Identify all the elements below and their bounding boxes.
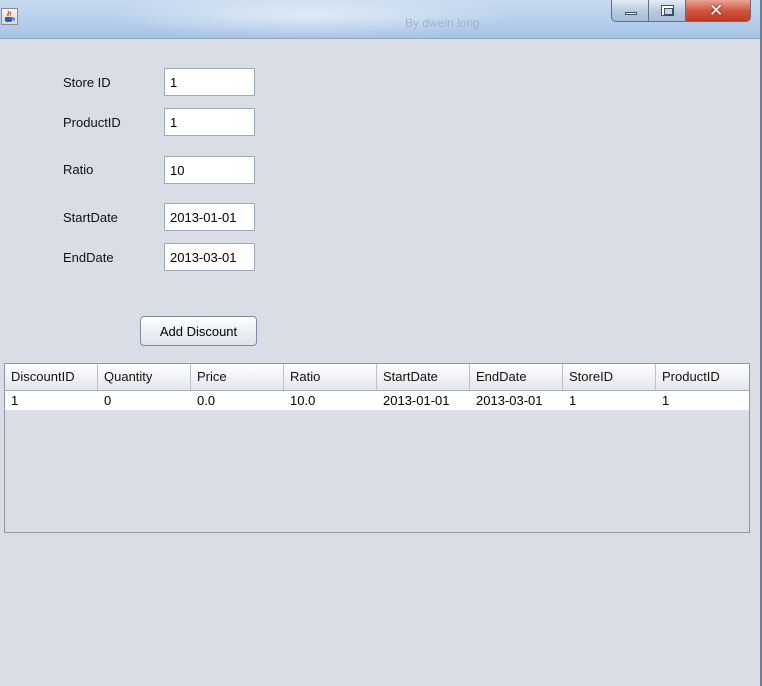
column-header-quantity[interactable]: Quantity: [98, 364, 191, 390]
java-cup-icon[interactable]: [1, 8, 18, 25]
product-id-field[interactable]: [164, 108, 255, 136]
table-cell: 1: [569, 393, 577, 408]
end-date-label: EndDate: [63, 250, 114, 265]
minimize-icon: [625, 12, 637, 15]
table-cell: 1: [662, 393, 670, 408]
maximize-button[interactable]: [649, 0, 686, 22]
column-header-start-date[interactable]: StartDate: [377, 364, 470, 390]
column-header-price[interactable]: Price: [191, 364, 284, 390]
app-window: By dwein long ✕ Store ID ProductID Ratio…: [0, 0, 762, 686]
table-cell: 0: [104, 393, 112, 408]
table-cell: 2013-03-01: [476, 393, 543, 408]
maximize-icon: [661, 5, 674, 16]
column-header-ratio[interactable]: Ratio: [284, 364, 377, 390]
end-date-field[interactable]: [164, 243, 255, 271]
column-header-discount-id[interactable]: DiscountID: [5, 364, 98, 390]
store-id-field[interactable]: [164, 68, 255, 96]
discount-table[interactable]: DiscountID Quantity Price Ratio StartDat…: [4, 363, 750, 533]
table-cell: 2013-01-01: [383, 393, 450, 408]
store-id-label: Store ID: [63, 75, 111, 90]
window-title: By dwein long: [405, 16, 480, 30]
start-date-label: StartDate: [63, 210, 118, 225]
column-header-end-date[interactable]: EndDate: [470, 364, 563, 390]
close-button[interactable]: ✕: [686, 0, 751, 22]
column-header-product-id[interactable]: ProductID: [656, 364, 749, 390]
minimize-button[interactable]: [611, 0, 649, 22]
close-icon: ✕: [709, 1, 724, 21]
product-id-label: ProductID: [63, 115, 121, 130]
table-row[interactable]: 1 0 0.0 10.0 2013-01-01 2013-03-01 1 1: [5, 391, 749, 410]
title-bar[interactable]: By dwein long ✕: [0, 0, 760, 39]
table-cell: 10.0: [290, 393, 316, 408]
table-cell: 1: [11, 393, 19, 408]
add-discount-button[interactable]: Add Discount: [140, 316, 257, 346]
start-date-field[interactable]: [164, 203, 255, 231]
ratio-label: Ratio: [63, 162, 94, 177]
column-header-store-id[interactable]: StoreID: [563, 364, 656, 390]
table-cell: 0.0: [197, 393, 216, 408]
table-header: DiscountID Quantity Price Ratio StartDat…: [5, 364, 749, 391]
ratio-field[interactable]: [164, 156, 255, 184]
